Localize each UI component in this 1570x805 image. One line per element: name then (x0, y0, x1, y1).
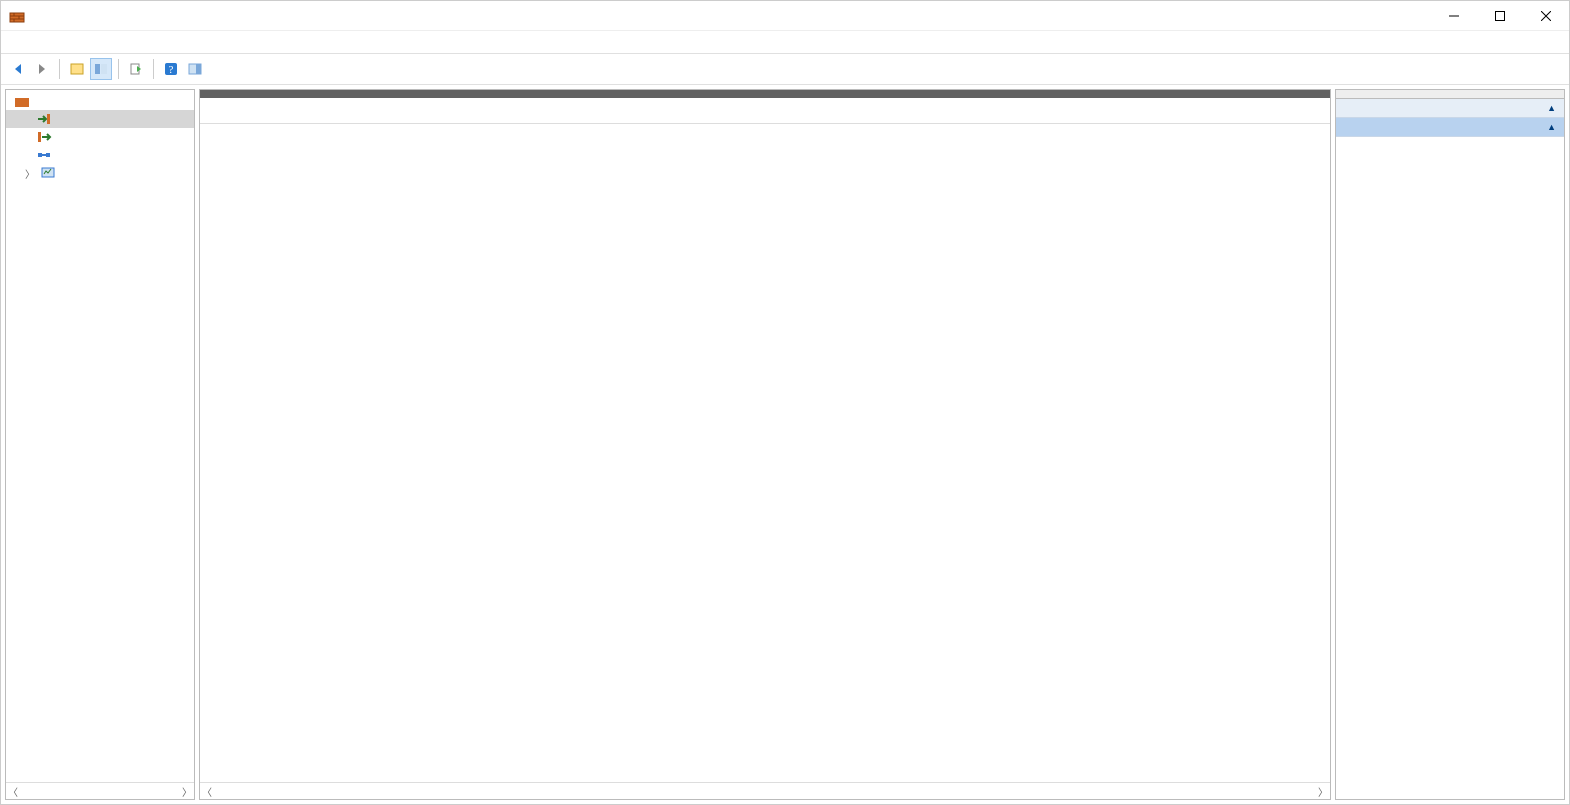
col-protocol[interactable] (1127, 108, 1192, 114)
svg-text:?: ? (169, 64, 174, 76)
inbound-icon (36, 111, 52, 127)
forward-button[interactable] (31, 58, 53, 80)
tree-root[interactable] (6, 92, 194, 110)
menu-view[interactable] (45, 40, 61, 44)
detail-pane-button[interactable] (184, 58, 206, 80)
actions-section-inbound[interactable]: ▲ (1336, 99, 1564, 118)
menu-help[interactable] (63, 40, 79, 44)
grid-body[interactable] (200, 124, 1330, 782)
back-button[interactable] (7, 58, 29, 80)
col-enabled[interactable] (663, 108, 730, 114)
help-button[interactable]: ? (160, 58, 182, 80)
sort-caret-icon: ︿ (519, 108, 528, 114)
collapse-caret-icon: ▲ (1547, 103, 1556, 113)
outbound-icon (36, 129, 52, 145)
grid-header: ︿ (200, 98, 1330, 124)
monitoring-icon (40, 165, 56, 181)
col-program[interactable] (853, 108, 923, 114)
tree-outbound-rules[interactable] (6, 128, 194, 146)
firewall-app-icon (9, 8, 25, 24)
col-action[interactable] (730, 108, 790, 114)
col-remote-port[interactable] (1272, 108, 1322, 114)
col-group[interactable]: ︿ (443, 108, 606, 114)
app-window: ? (0, 0, 1570, 805)
rules-header (200, 90, 1330, 98)
col-override[interactable] (790, 108, 853, 114)
tree-scrollbar[interactable]: 〈〉 (6, 782, 194, 799)
grid-scrollbar[interactable]: 〈〉 (200, 782, 1330, 799)
close-button[interactable] (1523, 1, 1569, 31)
tree-connection-security-rules[interactable] (6, 146, 194, 164)
expander-icon[interactable]: 〉 (24, 166, 36, 181)
toolbar: ? (1, 53, 1569, 85)
tree-monitoring[interactable]: 〉 (6, 164, 194, 182)
menu-file[interactable] (9, 40, 25, 44)
menu-action[interactable] (27, 40, 43, 44)
properties-button[interactable] (90, 58, 112, 80)
actions-pane: ▲ ▲ (1335, 89, 1565, 800)
col-remote-address[interactable] (1020, 108, 1127, 114)
nav-tree: 〉 (6, 90, 194, 782)
col-name[interactable] (200, 108, 443, 114)
tree-inbound-rules[interactable] (6, 110, 194, 128)
tree-pane: 〉 〈〉 (5, 89, 195, 800)
export-button[interactable] (125, 58, 147, 80)
toolbar-separator (153, 59, 154, 79)
main-body: 〉 〈〉 ︿ (1, 85, 1569, 804)
col-profile[interactable] (606, 108, 663, 114)
titlebar (1, 1, 1569, 31)
firewall-icon (14, 93, 30, 109)
toolbar-separator (118, 59, 119, 79)
collapse-caret-icon: ▲ (1547, 122, 1556, 132)
actions-section-rule[interactable]: ▲ (1336, 118, 1564, 137)
minimize-button[interactable] (1431, 1, 1477, 31)
rules-pane: ︿ 〈〉 (199, 89, 1331, 800)
actions-header (1336, 90, 1564, 99)
col-local-port[interactable] (1192, 108, 1272, 114)
conn-sec-icon (36, 147, 52, 163)
show-hide-tree-button[interactable] (66, 58, 88, 80)
maximize-button[interactable] (1477, 1, 1523, 31)
menubar (1, 31, 1569, 53)
toolbar-separator (59, 59, 60, 79)
col-local-address[interactable] (923, 108, 1020, 114)
